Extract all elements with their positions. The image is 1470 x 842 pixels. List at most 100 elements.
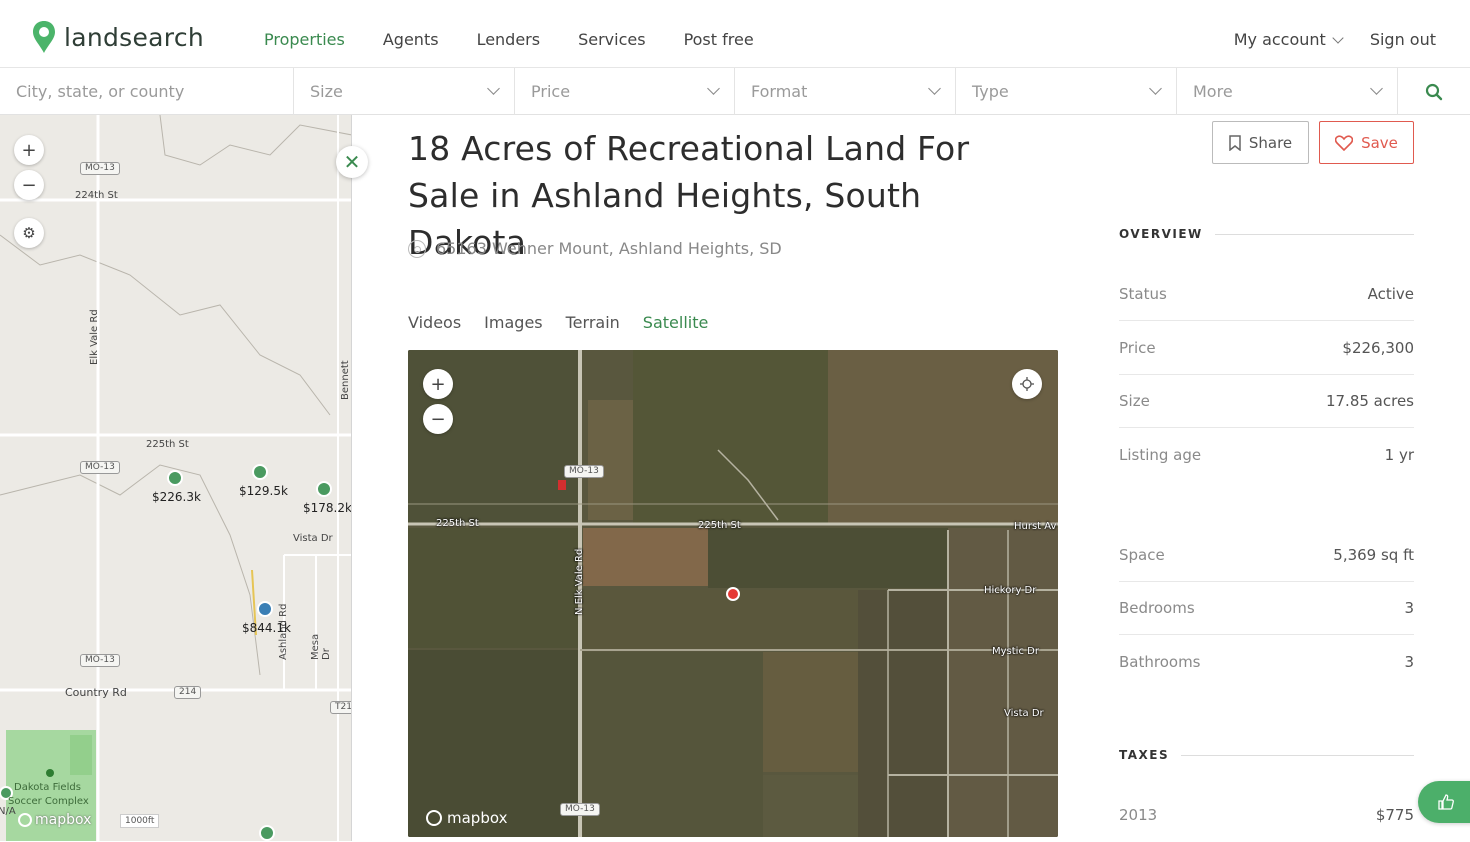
price-marker-label[interactable]: $178.2k (303, 501, 351, 515)
property-marker (259, 825, 275, 841)
type-filter[interactable]: Type (956, 68, 1177, 115)
tab-satellite[interactable]: Satellite (643, 313, 709, 332)
address-text: 65163 Wehner Mount, Ashland Heights, SD (436, 239, 782, 258)
satellite-road-label: N Elk Vale Rd (574, 548, 585, 615)
taxes-heading: TAXES (1119, 748, 1414, 762)
price-filter-label: Price (531, 82, 571, 101)
heart-icon (1335, 134, 1354, 151)
row-key: Status (1119, 284, 1167, 303)
location-icon (408, 239, 426, 258)
row-key: Listing age (1119, 446, 1202, 464)
format-filter[interactable]: Format (735, 68, 956, 115)
logo[interactable]: landsearch (32, 20, 204, 54)
main-nav: Properties Agents Lenders Services Post … (264, 30, 754, 49)
mapbox-logo-icon (426, 810, 442, 826)
satellite-imagery (408, 350, 1058, 837)
property-location-marker (726, 587, 740, 601)
tab-terrain[interactable]: Terrain (566, 313, 620, 332)
format-filter-label: Format (751, 82, 808, 101)
overview-heading: OVERVIEW (1119, 227, 1414, 241)
chevron-down-icon (707, 82, 720, 95)
row-value: 3 (1404, 653, 1414, 671)
building-roof (558, 480, 566, 490)
property-marker (252, 464, 268, 480)
sat-zoom-in-button[interactable]: + (423, 369, 453, 399)
brand-name: landsearch (64, 22, 205, 52)
satellite-road-label: Hickory Dr (984, 585, 1037, 596)
nav-services[interactable]: Services (578, 30, 645, 49)
taxes-heading-text: TAXES (1119, 748, 1170, 762)
filter-bar: City, state, or county Size Price Format… (0, 68, 1470, 115)
price-marker-label[interactable]: $226.3k (152, 490, 201, 504)
satellite-road-label: 225th St (698, 520, 741, 531)
nav-properties[interactable]: Properties (264, 30, 345, 49)
nav-post-free[interactable]: Post free (684, 30, 754, 49)
price-markers-layer (0, 464, 332, 841)
price-marker-label[interactable]: $844.1k (242, 621, 291, 635)
more-filter-label: More (1193, 82, 1233, 101)
chevron-down-icon (1149, 82, 1162, 95)
feedback-button[interactable] (1418, 781, 1470, 823)
save-label: Save (1361, 133, 1398, 152)
row-value: Active (1367, 284, 1414, 303)
row-value: $226,300 (1342, 338, 1414, 357)
search-icon (1425, 83, 1443, 100)
price-filter[interactable]: Price (515, 68, 735, 115)
locate-button[interactable] (1012, 369, 1042, 399)
overview-row-status: Status Active (1119, 267, 1414, 321)
sign-out-link[interactable]: Sign out (1370, 30, 1436, 49)
overview-row-space: Space 5,369 sq ft (1119, 528, 1414, 582)
close-map-button[interactable]: ✕ (336, 146, 368, 178)
property-marker (167, 470, 183, 486)
price-marker-label[interactable]: $129.5k (239, 484, 288, 498)
account-nav: My account Sign out (1234, 30, 1436, 49)
taxes-row: 2013 $775 (1119, 788, 1414, 842)
map-pin-logo-icon (33, 21, 55, 53)
crosshair-icon (1020, 377, 1034, 391)
mapbox-text: mapbox (447, 809, 508, 827)
nav-lenders[interactable]: Lenders (477, 30, 541, 49)
close-icon: ✕ (343, 150, 361, 174)
more-filter[interactable]: More (1177, 68, 1398, 115)
mapbox-attribution: mapbox (18, 812, 91, 828)
my-account-menu[interactable]: My account (1234, 30, 1344, 49)
bookmark-icon (1229, 134, 1241, 151)
row-key: Bedrooms (1119, 598, 1195, 617)
save-button[interactable]: Save (1319, 121, 1414, 164)
row-value: 3 (1404, 598, 1414, 617)
row-key: Size (1119, 391, 1150, 410)
row-value: 1 yr (1384, 446, 1414, 464)
nav-agents[interactable]: Agents (383, 30, 439, 49)
tab-images[interactable]: Images (484, 313, 542, 332)
results-map[interactable]: + − ⚙ MO-13 224th St Elk Vale Rd Bennett… (0, 115, 352, 841)
property-marker (257, 601, 273, 617)
satellite-map[interactable]: 225th St 225th St N Elk Vale Rd MO-13 MO… (408, 350, 1058, 837)
share-button[interactable]: Share (1212, 121, 1309, 164)
property-marker (316, 481, 332, 497)
row-key: Price (1119, 338, 1156, 357)
thumbs-up-icon (1438, 794, 1454, 810)
tab-videos[interactable]: Videos (408, 313, 461, 332)
location-input[interactable]: City, state, or county (0, 68, 294, 115)
satellite-road-label: Vista Dr (1004, 708, 1044, 719)
listing-detail: 18 Acres of Recreational Land For Sale i… (352, 115, 1470, 841)
row-value: $775 (1375, 806, 1414, 824)
size-filter[interactable]: Size (294, 68, 515, 115)
media-tabs: Videos Images Terrain Satellite (408, 313, 708, 332)
row-key: Bathrooms (1119, 653, 1201, 671)
overview-row-bedrooms: Bedrooms 3 (1119, 581, 1414, 635)
route-shield: MO-13 (564, 465, 604, 478)
type-filter-label: Type (972, 82, 1009, 101)
edge-label: N/A (0, 806, 16, 817)
overview-row-size: Size 17.85 acres (1119, 374, 1414, 428)
mapbox-text: mapbox (35, 812, 92, 828)
park-label: Dakota Fields (14, 782, 81, 793)
satellite-road-label: Mystic Dr (992, 646, 1039, 657)
row-key: Space (1119, 545, 1165, 564)
sat-zoom-out-button[interactable]: − (423, 404, 453, 434)
top-header: landsearch Properties Agents Lenders Ser… (0, 0, 1470, 68)
overview-row-bathrooms: Bathrooms 3 (1119, 635, 1414, 689)
overview-heading-text: OVERVIEW (1119, 227, 1203, 241)
search-button[interactable] (1398, 68, 1470, 115)
row-value: 5,369 sq ft (1333, 545, 1414, 564)
